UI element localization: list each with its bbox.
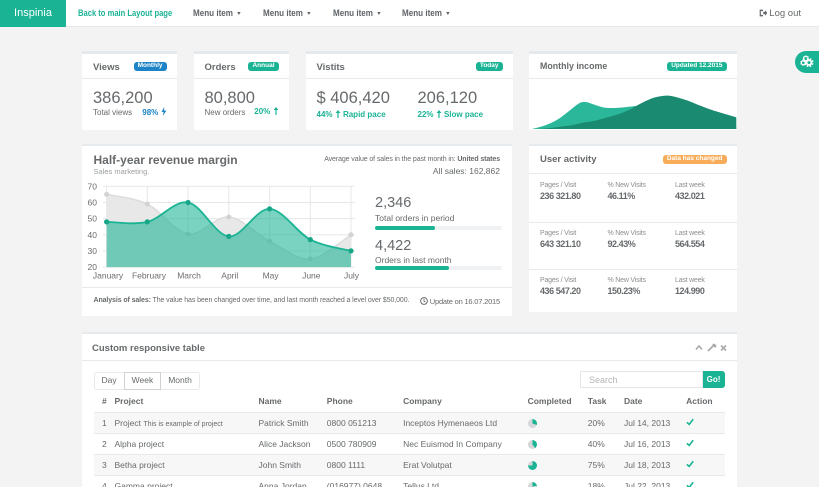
svg-text:30: 30	[88, 246, 98, 256]
svg-text:40: 40	[88, 230, 98, 240]
svg-text:50: 50	[88, 214, 98, 224]
svg-text:June: June	[302, 271, 321, 281]
svg-text:March: March	[177, 271, 201, 281]
svg-text:60: 60	[88, 198, 98, 208]
svg-text:April: April	[221, 271, 238, 281]
svg-text:70: 70	[88, 181, 98, 191]
svg-text:February: February	[132, 271, 167, 281]
svg-text:July: July	[344, 271, 360, 281]
svg-text:January: January	[93, 271, 124, 281]
svg-text:May: May	[263, 271, 280, 281]
